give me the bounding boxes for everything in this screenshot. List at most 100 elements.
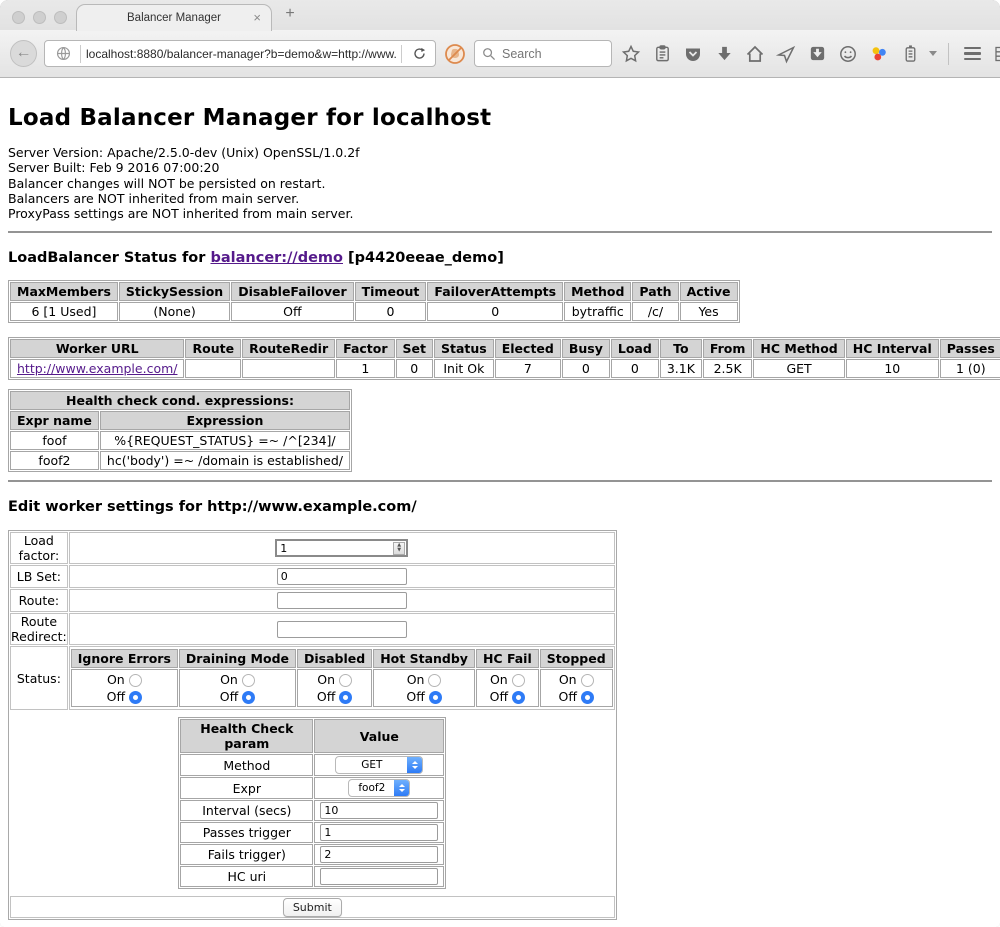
ignore-errors-on-radio[interactable] xyxy=(129,674,142,687)
col-expression: Expression xyxy=(100,411,350,430)
route-input[interactable] xyxy=(277,592,407,609)
lb-set-input[interactable] xyxy=(277,568,407,585)
proxypass-note-line: ProxyPass settings are NOT inherited fro… xyxy=(8,206,992,221)
route-redirect-label: Route Redirect: xyxy=(10,613,68,645)
table-row: foof2 hc('body') =~ /domain is establish… xyxy=(10,451,350,470)
passes-trigger-input[interactable] xyxy=(320,824,438,841)
col-maxmembers: MaxMembers xyxy=(10,282,118,301)
persist-note-line: Balancer changes will NOT be persisted o… xyxy=(8,176,992,191)
hot-standby-off-radio[interactable] xyxy=(429,691,442,704)
open-frame-icon[interactable] xyxy=(805,42,829,66)
send-tab-icon[interactable] xyxy=(774,42,798,66)
table-row: http://www.example.com/ 1 0 Init Ok 7 0 … xyxy=(10,359,1000,378)
balancer-heading-prefix: LoadBalancer Status for xyxy=(8,250,210,266)
col-path: Path xyxy=(632,282,678,301)
lb-set-label: LB Set: xyxy=(10,565,68,588)
traffic-light-minimize-icon[interactable] xyxy=(33,11,46,24)
tab-strip: Balancer Manager × + xyxy=(0,0,1000,30)
col-stickysession: StickySession xyxy=(119,282,230,301)
interval-input[interactable] xyxy=(320,802,438,819)
load-factor-input[interactable]: 1 ▲▼ xyxy=(275,539,408,557)
col-expr-name: Expr name xyxy=(10,411,99,430)
col-timeout: Timeout xyxy=(355,282,427,301)
content-block-icon[interactable] xyxy=(443,42,467,66)
table-header-row: Worker URL Route RouteRedir Factor Set S… xyxy=(10,339,1000,358)
fails-trigger-label: Fails trigger) xyxy=(180,844,313,865)
col-active: Active xyxy=(680,282,738,301)
divider xyxy=(8,231,992,233)
menu-hamburger-icon[interactable] xyxy=(960,42,984,66)
server-version-line: Server Version: Apache/2.5.0-dev (Unix) … xyxy=(8,145,992,160)
route-redirect-input[interactable] xyxy=(277,621,407,638)
col-stopped: Stopped xyxy=(540,649,613,668)
balancer-link[interactable]: balancer://demo xyxy=(210,250,343,266)
window-controls xyxy=(12,11,67,24)
hc-expressions-table: Health check cond. expressions: Expr nam… xyxy=(8,389,352,472)
disabled-on-radio[interactable] xyxy=(339,674,352,687)
url-divider xyxy=(401,45,402,63)
hot-standby-on-radio[interactable] xyxy=(428,674,441,687)
reload-icon[interactable] xyxy=(407,42,431,66)
search-bar[interactable] xyxy=(474,40,612,67)
sidebar-grid-icon[interactable] xyxy=(991,42,1000,66)
balancer-status-heading: LoadBalancer Status for balancer://demo … xyxy=(8,250,992,266)
bookmark-star-icon[interactable] xyxy=(619,42,643,66)
hc-uri-input[interactable] xyxy=(320,868,438,885)
pocket-icon[interactable] xyxy=(681,42,705,66)
draining-mode-off-radio[interactable] xyxy=(242,691,255,704)
fails-trigger-input[interactable] xyxy=(320,846,438,863)
col-hot-standby: Hot Standby xyxy=(373,649,475,668)
browser-window: Balancer Manager × + ← localhost:8880/ba… xyxy=(0,0,1000,927)
expr-select[interactable]: foof2 xyxy=(348,779,410,797)
col-disablefailover: DisableFailover xyxy=(231,282,353,301)
stopped-off-radio[interactable] xyxy=(581,691,594,704)
traffic-light-close-icon[interactable] xyxy=(12,11,25,24)
tab-close-icon[interactable]: × xyxy=(253,10,261,25)
new-tab-button[interactable]: + xyxy=(281,5,299,23)
reading-list-icon[interactable] xyxy=(650,42,674,66)
draining-mode-on-radio[interactable] xyxy=(242,674,255,687)
tab-balancer-manager[interactable]: Balancer Manager × xyxy=(76,4,272,31)
status-label: Status: xyxy=(10,646,68,710)
worker-table: Worker URL Route RouteRedir Factor Set S… xyxy=(8,337,1000,380)
hc-fail-off-radio[interactable] xyxy=(512,691,525,704)
search-icon xyxy=(481,46,497,62)
back-button[interactable]: ← xyxy=(10,40,37,67)
chat-smiley-icon[interactable] xyxy=(836,42,860,66)
interval-label: Interval (secs) xyxy=(180,800,313,821)
table-row: foof %{REQUEST_STATUS} =~ /^[234]/ xyxy=(10,431,350,450)
col-failoverattempts: FailoverAttempts xyxy=(427,282,563,301)
ignore-errors-off-radio[interactable] xyxy=(129,691,142,704)
health-check-param-table: Health Check param Value Method GET xyxy=(178,717,446,889)
url-divider xyxy=(80,45,81,63)
url-text[interactable]: localhost:8880/balancer-manager?b=demo&w… xyxy=(86,47,396,61)
balancer-table: MaxMembers StickySession DisableFailover… xyxy=(8,280,740,323)
col-hc-value: Value xyxy=(314,719,444,753)
tab-title: Balancer Manager xyxy=(127,12,221,24)
stopped-on-radio[interactable] xyxy=(581,674,594,687)
hc-expr-title: Health check cond. expressions: xyxy=(10,391,350,410)
url-bar[interactable]: localhost:8880/balancer-manager?b=demo&w… xyxy=(44,40,436,67)
multi-account-dots-icon[interactable] xyxy=(867,42,891,66)
page-content: Load Balancer Manager for localhost Serv… xyxy=(0,78,1000,927)
traffic-light-zoom-icon[interactable] xyxy=(54,11,67,24)
chevron-down-icon[interactable] xyxy=(929,51,937,56)
home-icon[interactable] xyxy=(743,42,767,66)
download-icon[interactable] xyxy=(712,42,736,66)
table-header-row: MaxMembers StickySession DisableFailover… xyxy=(10,282,738,301)
disabled-off-radio[interactable] xyxy=(339,691,352,704)
col-method: Method xyxy=(564,282,631,301)
hc-fail-on-radio[interactable] xyxy=(512,674,525,687)
submit-button[interactable]: Submit xyxy=(283,898,342,917)
search-input[interactable] xyxy=(502,47,592,61)
edit-worker-form: Load factor: 1 ▲▼ LB Set: Route: Route R… xyxy=(8,530,617,920)
globe-icon xyxy=(51,42,75,66)
col-draining-mode: Draining Mode xyxy=(179,649,296,668)
status-table: Ignore Errors Draining Mode Disabled Hot… xyxy=(70,648,614,708)
number-stepper-icon[interactable]: ▲▼ xyxy=(393,542,405,555)
worker-url-link[interactable]: http://www.example.com/ xyxy=(17,361,177,376)
col-hc-param: Health Check param xyxy=(180,719,313,753)
battery-extension-icon[interactable] xyxy=(898,42,922,66)
hc-uri-label: HC uri xyxy=(180,866,313,887)
method-select[interactable]: GET xyxy=(335,756,423,774)
